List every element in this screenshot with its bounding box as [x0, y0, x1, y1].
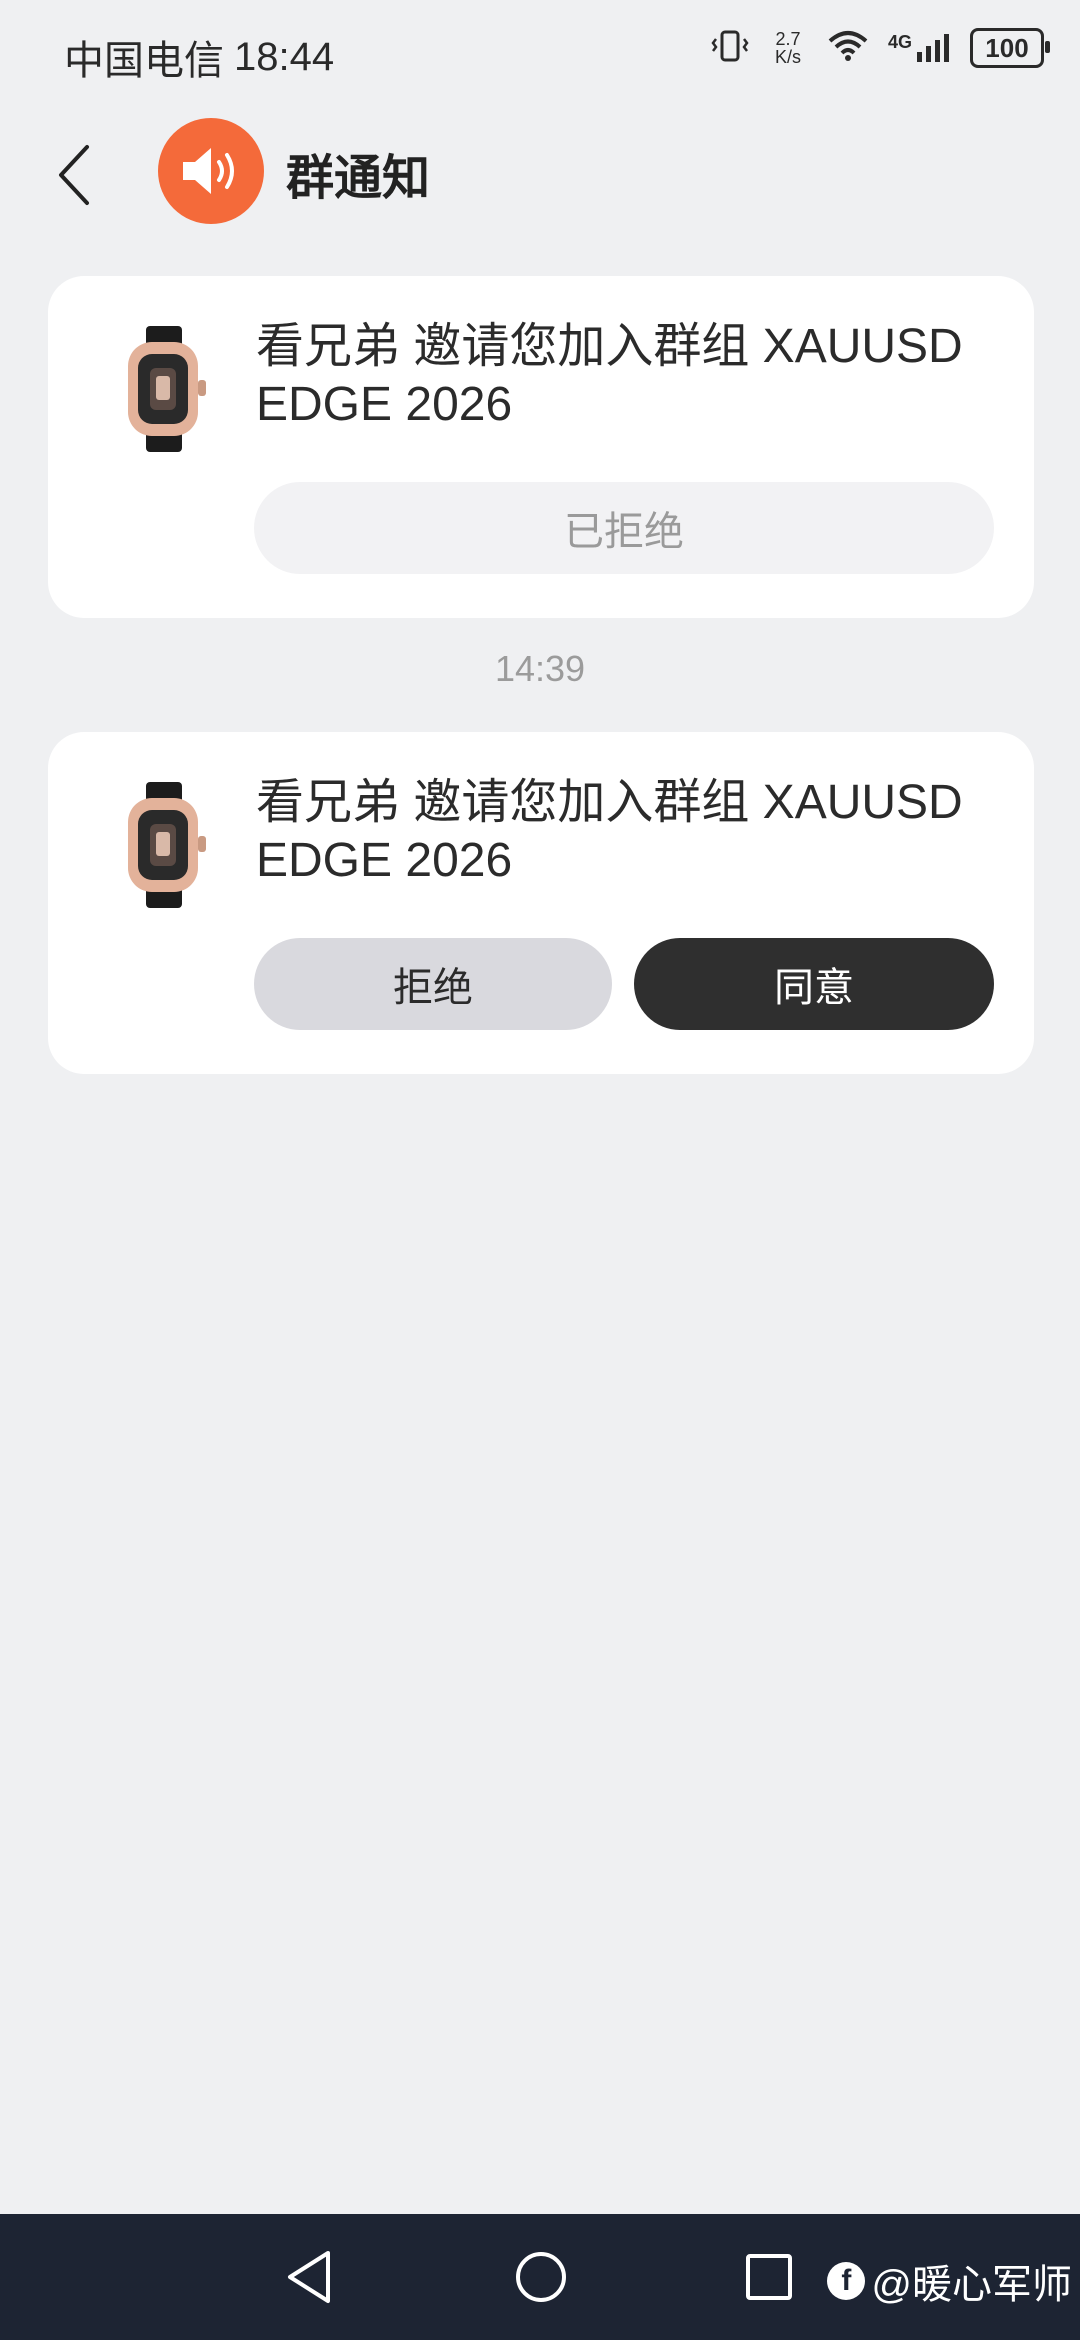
speaker-icon	[183, 148, 234, 194]
triangle-back-icon	[288, 2251, 330, 2303]
reject-button[interactable]: 拒绝	[254, 938, 612, 1030]
notification-card: 看兄弟 邀请您加入群组 XAUUSD EDGE 2026 已拒绝	[48, 276, 1034, 618]
network-type: 4G	[887, 32, 912, 52]
vibrate-icon	[710, 29, 750, 68]
timestamp: 14:39	[494, 648, 586, 689]
watch-image	[128, 782, 206, 908]
group-notice-avatar	[158, 118, 264, 224]
net-speed: 2.7 K/s	[768, 30, 808, 66]
cellular-signal-icon: 4G	[888, 32, 952, 64]
inviter-avatar[interactable]	[122, 782, 208, 908]
circle-home-icon	[516, 2252, 566, 2302]
status-left: 中国电信 18:44	[64, 28, 334, 86]
net-speed-value: 2.7	[775, 29, 801, 49]
inviter-avatar[interactable]	[122, 326, 208, 452]
header: 群通知	[0, 110, 1080, 230]
clock: 18:44	[234, 34, 335, 79]
watermark: f @暖心军师	[827, 2252, 1072, 2310]
battery-level: 100	[985, 32, 1029, 63]
nav-recent-button[interactable]	[736, 2244, 802, 2310]
nav-back-button[interactable]	[276, 2244, 342, 2310]
status-bar: 中国电信 18:44 2.7 K/s 4G 100	[0, 0, 1080, 100]
watch-image	[128, 326, 206, 452]
status-right: 2.7 K/s 4G 100	[710, 28, 1050, 68]
accept-button[interactable]: 同意	[634, 938, 994, 1030]
battery-icon: 100	[970, 28, 1050, 68]
carrier-label: 中国电信	[64, 39, 224, 83]
square-recent-icon	[746, 2254, 792, 2300]
back-button[interactable]	[50, 140, 100, 210]
notification-text: 看兄弟 邀请您加入群组 XAUUSD EDGE 2026	[256, 776, 963, 887]
page-title: 群通知	[286, 152, 431, 205]
wifi-icon	[826, 29, 870, 68]
notification-card: 看兄弟 邀请您加入群组 XAUUSD EDGE 2026 拒绝 同意	[48, 732, 1034, 1074]
notification-text: 看兄弟 邀请您加入群组 XAUUSD EDGE 2026	[256, 320, 963, 431]
watermark-text: @暖心军师	[871, 2263, 1072, 2307]
system-nav-bar: f @暖心军师	[0, 2214, 1080, 2340]
rejected-status: 已拒绝	[254, 482, 994, 574]
nav-home-button[interactable]	[508, 2244, 574, 2310]
facebook-icon: f	[827, 2262, 866, 2300]
net-speed-unit: K/s	[774, 47, 801, 67]
chevron-left-icon	[59, 145, 89, 205]
